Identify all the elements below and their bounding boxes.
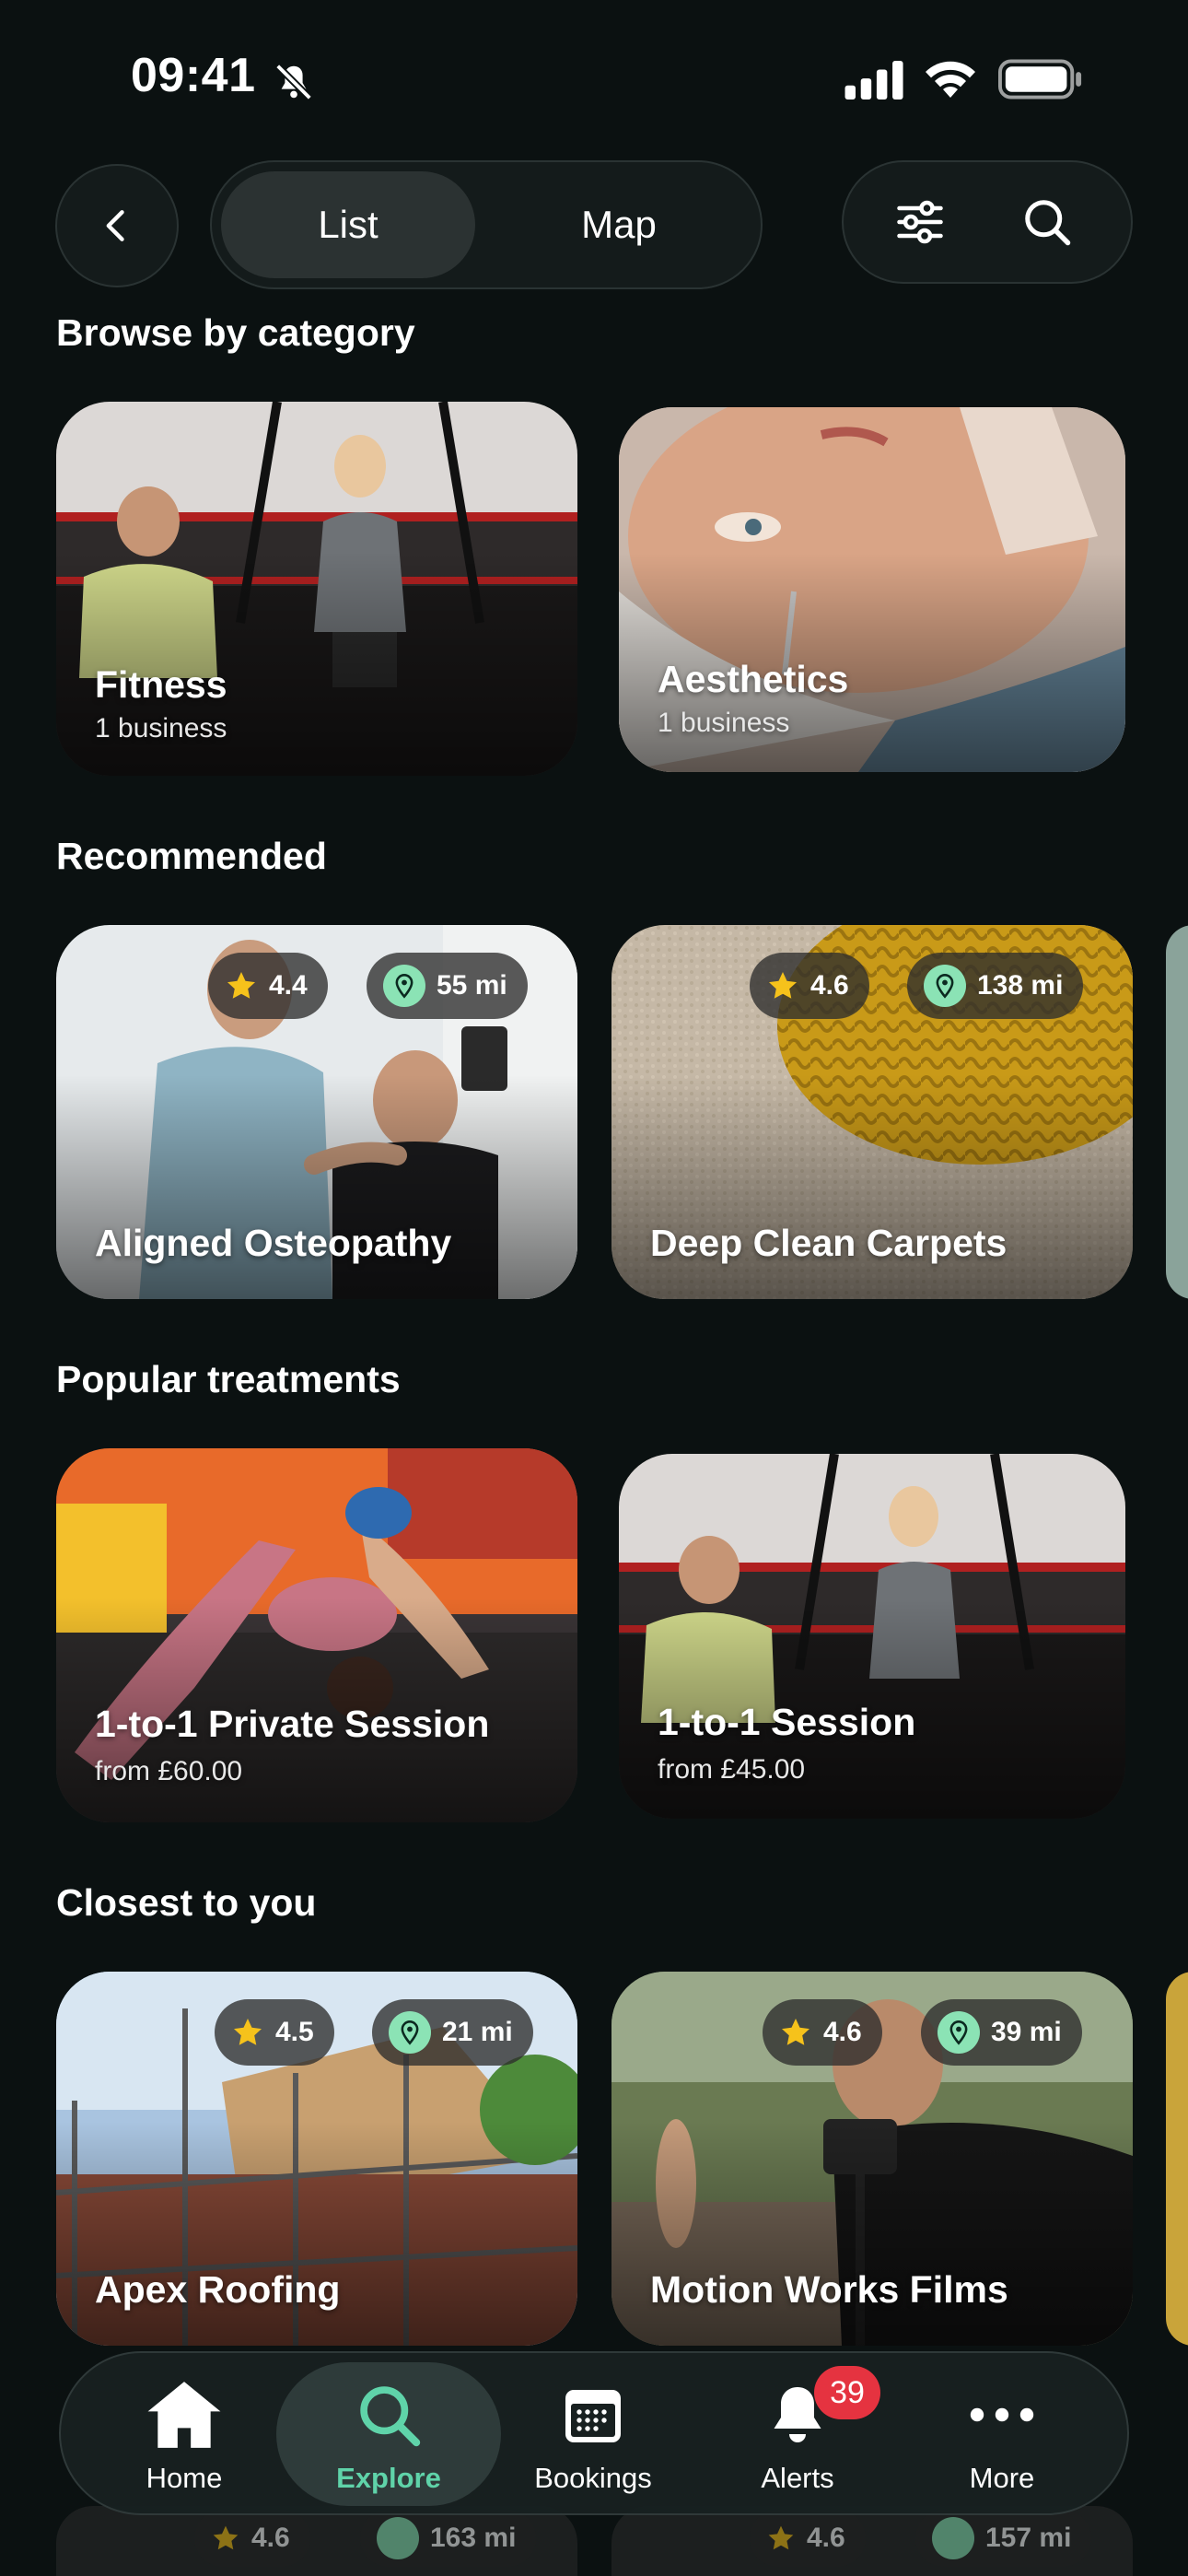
business-name: Aligned Osteopathy	[95, 1222, 452, 1264]
business-card-peek[interactable]	[1166, 925, 1188, 1299]
distance-badge: 163 mi	[360, 2510, 537, 2567]
business-card-apex-roofing[interactable]: 4.5 21 mi Apex Roofing	[56, 1972, 577, 2346]
nav-alerts[interactable]: 39 Alerts	[696, 2353, 899, 2517]
distance-badge: 39 mi	[921, 1999, 1082, 2066]
category-name: Fitness	[95, 663, 227, 706]
house-icon	[143, 2373, 226, 2456]
section-title-treatments: Popular treatments	[56, 1358, 401, 1400]
star-icon	[782, 2019, 809, 2045]
star-icon	[227, 972, 255, 999]
star-icon	[768, 2525, 794, 2550]
view-toggle: List Map	[210, 160, 763, 289]
section-title-recommended: Recommended	[56, 835, 327, 877]
alerts-count-badge: 39	[814, 2366, 880, 2419]
rating-badge: 4.6	[750, 953, 869, 1019]
ellipsis-icon	[961, 2373, 1043, 2456]
battery-icon	[998, 59, 1082, 100]
list-tab[interactable]: List	[221, 171, 475, 278]
category-name: Aesthetics	[658, 658, 849, 700]
distance-badge: 138 mi	[907, 953, 1084, 1019]
sliders-icon	[897, 200, 943, 244]
treatment-card-session[interactable]: 1-to-1 Session from £45.00	[619, 1454, 1125, 1819]
business-name: Motion Works Films	[650, 2268, 1008, 2311]
business-card-peek[interactable]	[1166, 1972, 1188, 2346]
bottom-nav: Home Explore Bookings 39 Alerts More	[59, 2351, 1129, 2515]
star-icon	[213, 2525, 239, 2550]
action-pill	[842, 160, 1133, 284]
rating-badge: 4.6	[750, 2510, 866, 2567]
category-count: 1 business	[658, 708, 790, 738]
rating-badge: 4.4	[208, 953, 328, 1019]
business-card-aligned-osteopathy[interactable]: 4.4 55 mi Aligned Osteopathy	[56, 925, 577, 1299]
category-card-fitness[interactable]: Fitness 1 business	[56, 402, 577, 776]
treatment-name: 1-to-1 Session	[658, 1701, 916, 1743]
search-icon	[347, 2373, 430, 2456]
treatment-card-private-session[interactable]: 1-to-1 Private Session from £60.00	[56, 1448, 577, 1822]
treatment-price: from £60.00	[95, 1756, 243, 1786]
location-pin-icon	[389, 2011, 431, 2054]
category-card-aesthetics[interactable]: Aesthetics 1 business	[619, 407, 1125, 772]
treatment-name: 1-to-1 Private Session	[95, 1703, 490, 1745]
filter-button[interactable]	[879, 181, 961, 263]
cellular-signal-icon	[844, 61, 903, 100]
treatment-price: from £45.00	[658, 1754, 806, 1785]
bell-off-icon	[275, 64, 312, 100]
search-icon	[1025, 200, 1071, 246]
back-button[interactable]	[55, 164, 179, 287]
rating-value: 4.6	[823, 2017, 862, 2047]
nav-home[interactable]: Home	[83, 2353, 285, 2517]
rating-value: 4.6	[810, 970, 849, 1001]
location-pin-icon	[932, 2517, 974, 2559]
rating-value: 4.5	[275, 2017, 314, 2047]
nav-more[interactable]: More	[901, 2353, 1103, 2517]
category-count: 1 business	[95, 713, 227, 744]
status-time: 09:41	[131, 49, 256, 102]
rating-value: 4.4	[269, 970, 308, 1001]
distance-badge: 55 mi	[367, 953, 528, 1019]
section-title-categories: Browse by category	[56, 311, 415, 354]
distance-badge: 157 mi	[915, 2510, 1092, 2567]
star-icon	[234, 2019, 262, 2045]
section-title-closest: Closest to you	[56, 1881, 317, 1924]
map-tab[interactable]: Map	[492, 171, 746, 278]
distance-badge: 21 mi	[372, 1999, 533, 2066]
wifi-icon	[926, 61, 975, 98]
distance-value: 55 mi	[437, 970, 507, 1001]
chevron-left-icon	[106, 210, 124, 241]
distance-value: 21 mi	[442, 2017, 513, 2047]
nav-explore[interactable]: Explore	[287, 2353, 490, 2517]
status-bar: 09:41	[0, 0, 1188, 157]
star-icon	[769, 972, 797, 999]
business-name: Deep Clean Carpets	[650, 1222, 1007, 1264]
search-button[interactable]	[1006, 181, 1089, 263]
business-card-motion-works-films[interactable]: 4.6 39 mi Motion Works Films	[611, 1972, 1133, 2346]
location-pin-icon	[377, 2517, 419, 2559]
business-card-deep-clean-carpets[interactable]: 4.6 138 mi Deep Clean Carpets	[611, 925, 1133, 1299]
location-pin-icon	[924, 965, 966, 1007]
top-bar: List Map	[0, 158, 1188, 291]
business-name: Apex Roofing	[95, 2268, 341, 2311]
calendar-icon	[552, 2373, 635, 2456]
location-pin-icon	[938, 2011, 980, 2054]
nav-bookings[interactable]: Bookings	[492, 2353, 694, 2517]
rating-badge: 4.6	[763, 1999, 882, 2066]
distance-value: 39 mi	[991, 2017, 1062, 2047]
rating-badge: 4.6	[194, 2510, 310, 2567]
location-pin-icon	[383, 965, 425, 1007]
rating-badge: 4.5	[215, 1999, 334, 2066]
distance-value: 138 mi	[977, 970, 1064, 1001]
